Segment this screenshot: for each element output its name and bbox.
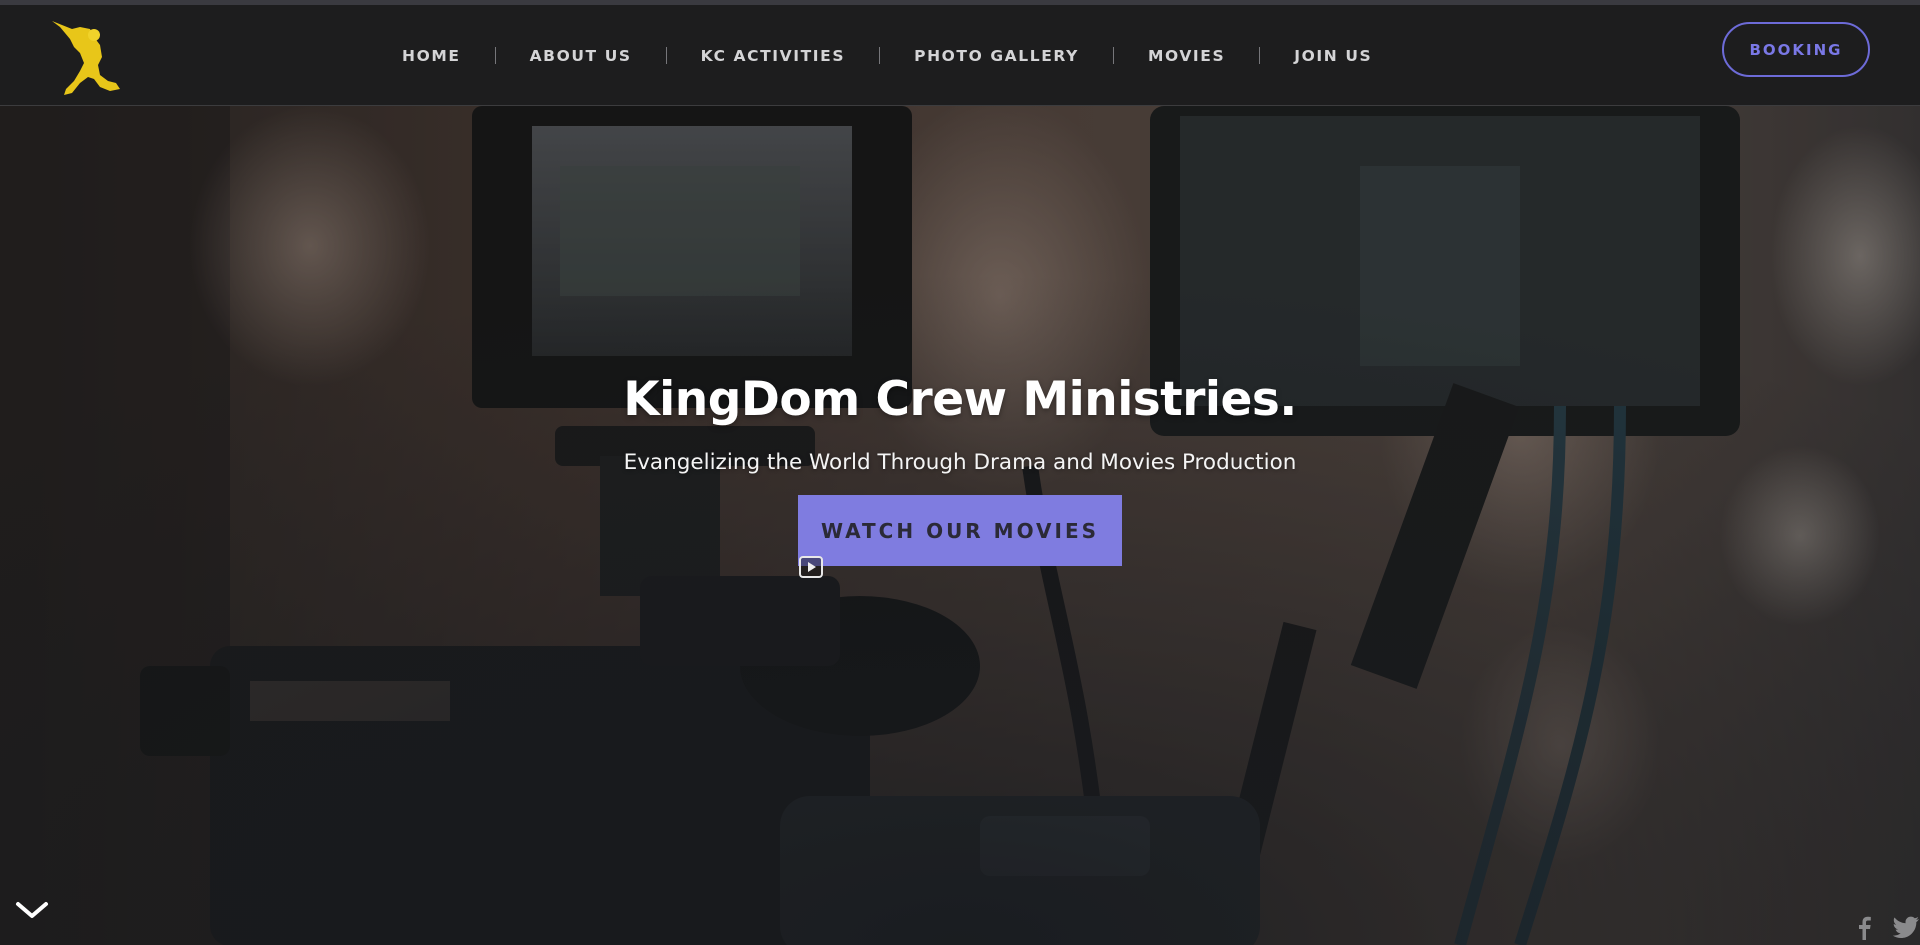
main-navigation: HOME ABOUT US KC ACTIVITIES PHOTO GALLER…	[402, 5, 1406, 106]
booking-button[interactable]: BOOKING	[1722, 22, 1870, 77]
nav-photo-gallery[interactable]: PHOTO GALLERY	[914, 47, 1113, 65]
hero-section: KingDom Crew Ministries. Evangelizing th…	[0, 106, 1920, 945]
nav-kc-activities[interactable]: KC ACTIVITIES	[701, 47, 879, 65]
hero-subtitle: Evangelizing the World Through Drama and…	[623, 450, 1297, 475]
facebook-icon[interactable]	[1856, 916, 1872, 940]
chevron-down-icon[interactable]	[14, 896, 50, 924]
nav-divider	[879, 47, 881, 64]
nav-divider	[494, 47, 496, 64]
play-icon[interactable]	[799, 556, 823, 578]
twitter-icon[interactable]	[1892, 916, 1920, 940]
nav-about-us[interactable]: ABOUT US	[530, 47, 666, 65]
nav-divider	[665, 47, 667, 64]
hero-title: KingDom Crew Ministries.	[623, 372, 1297, 427]
dancer-silhouette-logo-icon	[52, 21, 120, 95]
nav-divider	[1259, 47, 1261, 64]
nav-join-us[interactable]: JOIN US	[1294, 47, 1406, 65]
nav-divider	[1112, 47, 1114, 64]
site-header: HOME ABOUT US KC ACTIVITIES PHOTO GALLER…	[0, 5, 1920, 106]
site-logo[interactable]	[50, 17, 130, 99]
nav-movies[interactable]: MOVIES	[1148, 47, 1259, 65]
watch-our-movies-button[interactable]: WATCH OUR MOVIES	[798, 495, 1122, 566]
nav-home[interactable]: HOME	[402, 47, 495, 65]
